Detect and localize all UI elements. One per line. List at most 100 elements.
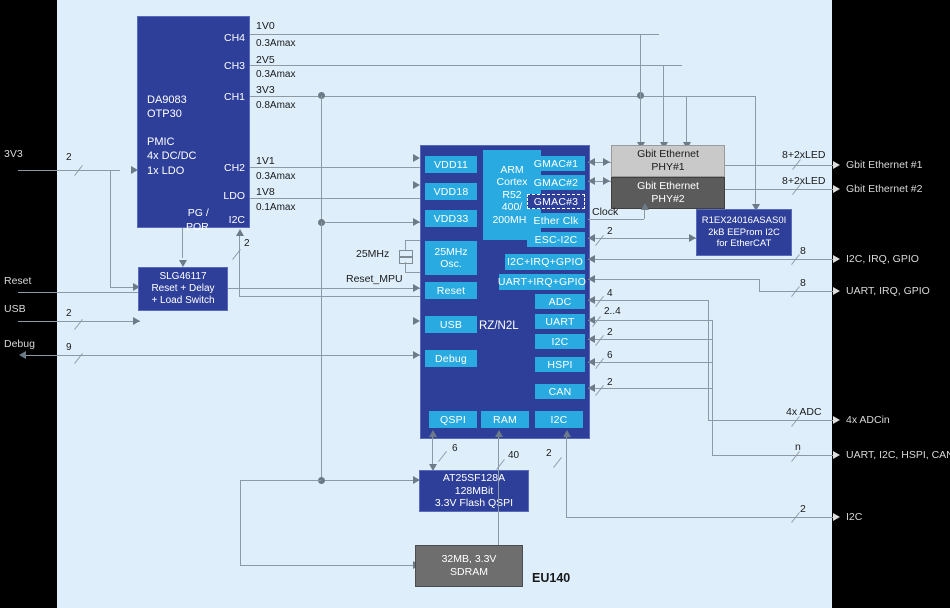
wire-3v3-in: [18, 170, 120, 171]
mcu-pin-ether-clk[interactable]: Ether Clk: [527, 213, 585, 228]
pmic-pin-ch2: CH2: [223, 162, 245, 174]
wire-funnel-t4: [700, 388, 712, 389]
mcu-pin-gmac3[interactable]: GMAC#3: [527, 194, 585, 209]
arrow-i2c-mid-in: [588, 335, 595, 343]
eeprom-block[interactable]: R1EX24016ASAS0I 2kB EEProm I2C for Ether…: [696, 209, 792, 256]
crystal-lead-top: [405, 240, 406, 250]
arrow-gmac2-in: [588, 177, 595, 185]
mcu-pin-usb[interactable]: USB: [425, 316, 477, 333]
rail-current-1v8: 0.1Amax: [256, 202, 296, 213]
mcu-pin-adc[interactable]: ADC: [535, 294, 585, 309]
wire-xtal-bottom: [405, 272, 421, 273]
mcu-pin-vdd33[interactable]: VDD33: [425, 210, 477, 227]
wire-ether-clk: [588, 219, 644, 220]
arrow-pmic-i2c: [236, 229, 244, 236]
phy1-block[interactable]: Gbit Ethernet PHY#1: [611, 145, 725, 177]
mcu-pin-uart[interactable]: UART: [535, 314, 585, 329]
right-port-label-i2c-irq: I2C, IRQ, GPIO: [846, 253, 919, 265]
reset-supervisor-block[interactable]: SLG46117 Reset + Delay + Load Switch: [138, 267, 228, 311]
wire-3v3-branch-down: [110, 170, 111, 287]
wire-3v3-drop-3: [240, 480, 241, 565]
core-line1: ARM: [500, 164, 524, 177]
right-port-label-uart-irq: UART, IRQ, GPIO: [846, 285, 930, 297]
phy1-line1: Gbit Ethernet: [637, 148, 699, 161]
bus-width-adc-out: 4x ADC: [786, 406, 822, 418]
phy2-line2: PHY#2: [651, 193, 685, 205]
arrow-gmac1-in: [588, 158, 595, 166]
rail-current-1v1: 0.3Amax: [256, 171, 296, 182]
mcu-pin-i2c[interactable]: I2C: [535, 334, 585, 349]
slg-line2: Reset + Delay: [151, 282, 215, 294]
sdram-block[interactable]: 32MB, 3.3V SDRAM: [415, 545, 523, 587]
mcu-pin-reset[interactable]: Reset: [425, 282, 477, 299]
wire-sdram-bus: [498, 437, 499, 555]
wire-rail-1v0: [250, 34, 659, 35]
rail-current-3v3out: 0.8Amax: [256, 100, 296, 111]
mcu-pin-i2c-bottom[interactable]: I2C: [535, 411, 583, 428]
pmic-desc-line2: 4x DC/DC: [147, 150, 197, 163]
sdram-line1: 32MB, 3.3V: [441, 553, 497, 566]
core-line5: 200MHz: [492, 213, 532, 226]
core-line4: 400/: [501, 201, 523, 214]
wire-3v3-to-vdd33: [321, 222, 421, 223]
wire-funnel-t1: [700, 320, 712, 321]
mcu-pin-gmac1[interactable]: GMAC#1: [527, 156, 585, 171]
bus-width-hspi: 6: [607, 350, 613, 361]
bus-width-i2c-irq: 8: [800, 245, 806, 257]
wire-adc-out: [708, 420, 833, 421]
left-port-label-3v3: 3V3: [4, 148, 23, 160]
wire-reset-mpu: [228, 288, 421, 289]
arrow-esc-i2c-in: [588, 234, 595, 242]
wire-3v3-to-sdram: [240, 565, 420, 566]
right-port-label-eth2: Gbit Ethernet #2: [846, 183, 923, 195]
wire-rail-1v8: [250, 198, 421, 199]
mcu-block[interactable]: VDD11 VDD18 VDD33 ARM Cortex R52 400/ 20…: [420, 145, 590, 439]
mcu-pin-vdd11[interactable]: VDD11: [425, 156, 477, 173]
arrow-eth1-out: [833, 161, 840, 169]
mcu-pin-vdd18[interactable]: VDD18: [425, 183, 477, 200]
wire-rail-3v3: [250, 96, 756, 97]
wire-hspi: [588, 362, 700, 363]
wire-can: [588, 388, 700, 389]
mcu-pin-uart-irq-gpio[interactable]: UART+IRQ+GPIO: [498, 274, 586, 290]
wire-pg-por-down: [182, 228, 183, 258]
mcu-pin-debug[interactable]: Debug: [425, 350, 477, 367]
core-line3: R52: [502, 188, 522, 201]
pmic-pin-ldo: LDO: [223, 190, 245, 202]
wire-qspi: [432, 437, 433, 464]
phy2-block[interactable]: Gbit Ethernet PHY#2: [611, 177, 725, 209]
bus-width-i2c-right: 2: [800, 503, 806, 515]
pmic-name-line2: OTP30: [147, 108, 182, 121]
eeprom-line2: 2kB EEProm I2C: [708, 226, 780, 238]
arrow-sdram-up: [495, 430, 503, 437]
wire-3v3-drop-2: [321, 222, 322, 480]
arrow-eth2-out: [833, 185, 840, 193]
mcu-pin-osc[interactable]: 25MHz Osc.: [425, 241, 477, 275]
mcu-pin-ram[interactable]: RAM: [481, 411, 529, 428]
pmic-pin-ch3: CH3: [223, 60, 245, 72]
mcu-pin-hspi[interactable]: HSPI: [535, 357, 585, 372]
arrow-phy2-in: [603, 177, 610, 185]
slg-line3: + Load Switch: [151, 295, 215, 307]
osc-line1: 25MHz: [434, 245, 468, 258]
bus-width-esc-i2c: 2: [607, 226, 613, 237]
mcu-pin-qspi[interactable]: QSPI: [429, 411, 477, 428]
pmic-desc-line1: PMIC: [147, 136, 175, 148]
bus-width-eth2: 8+2xLED: [782, 175, 826, 187]
rail-label-1v1: 1V1: [256, 155, 275, 167]
arrow-phy2-clk: [641, 203, 649, 210]
mcu-pin-i2c-irq-gpio[interactable]: I2C+IRQ+GPIO: [505, 254, 585, 270]
pmic-block[interactable]: DA9083 OTP30 PMIC 4x DC/DC 1x LDO CH4 CH…: [137, 16, 250, 233]
bus-width-debug: 9: [66, 342, 72, 353]
rail-current-1v0: 0.3Amax: [256, 38, 296, 49]
bus-width-uart-mid: 2..4: [604, 306, 621, 317]
mcu-part-name: RZ/N2L: [479, 320, 519, 332]
wire-funnel-vertical: [712, 320, 713, 455]
mcu-pin-esc-i2c[interactable]: ESC-I2C: [527, 232, 585, 247]
wire-uart-irq-gpio: [588, 279, 759, 280]
mcu-pin-gmac2[interactable]: GMAC#2: [527, 175, 585, 190]
flash-block[interactable]: AT25SF128A 128MBit 3.3V Flash QSPI: [419, 470, 529, 512]
arrow-reset-mpu: [413, 284, 420, 292]
mcu-pin-can[interactable]: CAN: [535, 384, 585, 399]
arrow-hspi-in: [588, 358, 595, 366]
